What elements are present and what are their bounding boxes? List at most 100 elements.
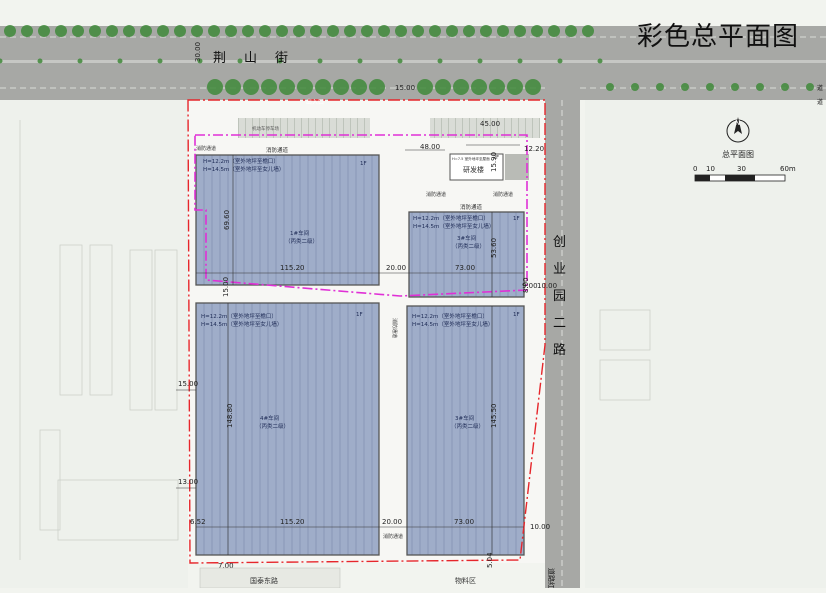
- tree-icon: [21, 25, 33, 37]
- rd-building-name: 研发楼: [463, 165, 484, 174]
- b4-floor: 1F: [513, 312, 520, 318]
- b3-height-2: H=14.5m（室外地坪至女儿墙）: [201, 320, 282, 328]
- dim-145: 145.50: [490, 404, 498, 429]
- site-plan-drawing: 30.00 15.00 48.00 45.00 12.20 115.20 20.…: [0, 25, 826, 589]
- tree-icon: [781, 83, 789, 91]
- tree-icon: [242, 25, 254, 37]
- tree-icon: [606, 83, 614, 91]
- tree-icon: [369, 79, 385, 95]
- tree-icon: [548, 25, 560, 37]
- tree-icon: [463, 25, 475, 37]
- tree-icon: [477, 58, 483, 64]
- tree-icon: [315, 79, 331, 95]
- tree-icon: [140, 25, 152, 37]
- street-east-char: 二: [553, 316, 566, 331]
- tree-icon: [706, 83, 714, 91]
- tree-icon: [293, 25, 305, 37]
- tree-icon: [276, 25, 288, 37]
- scale-bar: [694, 174, 786, 182]
- tree-icon: [106, 25, 118, 37]
- tree-icon: [531, 25, 543, 37]
- dim-12: 12.20: [524, 145, 544, 153]
- label-fire-b: 消防通道: [391, 318, 398, 338]
- dim-73a: 73.00: [455, 264, 475, 272]
- tree-icon: [191, 25, 203, 37]
- dim-48: 48.00: [420, 143, 440, 151]
- tree-icon: [565, 25, 577, 37]
- rd-annex: [505, 154, 529, 180]
- b1-road: 消防通道: [266, 146, 289, 154]
- dim-5: 5.04: [486, 552, 494, 568]
- dim-20b: 20.00: [382, 518, 402, 526]
- tree-icon: [631, 83, 639, 91]
- b2-height-1: H=12.2m（室外地坪至檐口）: [413, 214, 489, 222]
- tree-icon: [261, 79, 277, 95]
- dim-13: 13.00: [178, 478, 198, 486]
- tree-icon: [378, 25, 390, 37]
- tree-icon: [395, 25, 407, 37]
- tree-icon: [333, 79, 349, 95]
- b1-note: （丙类二级）: [285, 237, 318, 245]
- scale-tick-30: 30: [737, 165, 746, 173]
- top-right-label-1: 道: [817, 84, 823, 92]
- tree-icon: [437, 58, 443, 64]
- dim-8: 8.00: [522, 277, 530, 293]
- tree-icon: [38, 25, 50, 37]
- dim-115b: 115.20: [280, 518, 305, 526]
- dim-45: 45.00: [480, 120, 500, 128]
- b3-name: 4#车间: [260, 414, 279, 422]
- b2-road: 消防通道: [460, 203, 483, 211]
- tree-icon: [489, 79, 505, 95]
- dim-53: 53.60: [490, 238, 498, 258]
- page-title: 彩色总平面图: [637, 22, 800, 52]
- tree-icon: [429, 25, 441, 37]
- b1-name: 1#车间: [290, 229, 309, 237]
- tree-icon: [412, 25, 424, 37]
- tree-icon: [55, 25, 67, 37]
- tree-icon: [656, 83, 664, 91]
- b3-height-1: H=12.2m（室外地坪至檐口）: [201, 312, 277, 320]
- tree-icon: [259, 25, 271, 37]
- tree-icon: [756, 83, 764, 91]
- tree-icon: [157, 25, 169, 37]
- b1-floor: 1F: [360, 161, 367, 167]
- tree-icon: [297, 79, 313, 95]
- tree-icon: [157, 58, 163, 64]
- label-fire-d: 消防通道: [196, 145, 216, 152]
- tree-icon: [225, 25, 237, 37]
- b4-height-1: H=12.2m（室外地坪至檐口）: [412, 312, 488, 320]
- tree-icon: [417, 79, 433, 95]
- dim-69: 69.60: [223, 210, 231, 230]
- tree-icon: [514, 25, 526, 37]
- north-mark: N: [735, 119, 740, 127]
- b3-floor: 1F: [356, 312, 363, 318]
- b2-note: （丙类二级）: [452, 242, 485, 250]
- label-entry: 出入口: [306, 98, 324, 106]
- street-east-char: 路: [553, 342, 566, 358]
- tree-icon: [497, 25, 509, 37]
- dim-20a: 20.00: [386, 264, 406, 272]
- tree-icon: [471, 79, 487, 95]
- scale-title: 总平面图: [722, 149, 754, 159]
- tree-icon: [357, 58, 363, 64]
- dim-10b: 10.00: [530, 523, 550, 531]
- tree-icon: [397, 58, 403, 64]
- dim-115a: 115.20: [280, 264, 305, 272]
- tree-icon: [89, 25, 101, 37]
- tree-icon: [597, 58, 603, 64]
- tree-icon: [507, 79, 523, 95]
- label-parking: 机动车停车场: [252, 125, 279, 132]
- b4-note: （丙类二级）: [451, 422, 484, 430]
- dim-setback-top: 15.00: [395, 84, 415, 92]
- street-south-left: 国泰东路: [250, 576, 278, 585]
- tree-icon: [317, 58, 323, 64]
- tree-icon: [361, 25, 373, 37]
- scale-tick-0: 0: [693, 165, 697, 173]
- dim-15d: 15.00: [222, 277, 230, 297]
- dim-6: 6.52: [190, 518, 206, 526]
- tree-icon: [279, 79, 295, 95]
- dim-148: 148.80: [226, 404, 234, 429]
- tree-icon: [344, 25, 356, 37]
- tree-icon: [208, 25, 220, 37]
- b4-height-2: H=14.5m（室外地坪至女儿墙）: [412, 320, 493, 328]
